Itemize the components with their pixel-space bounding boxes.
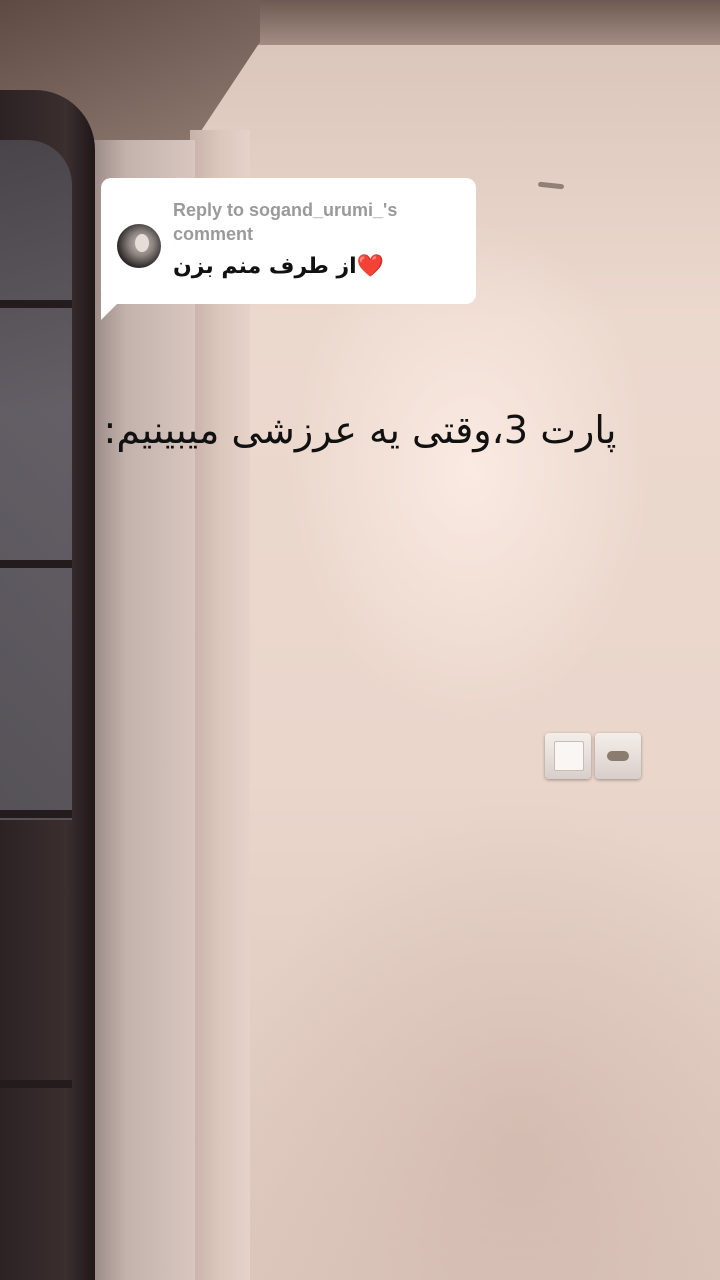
light-switch — [545, 733, 591, 779]
door-bar — [0, 300, 72, 308]
socket — [595, 733, 641, 779]
reply-comment-text: از طرف منم بزن❤️ — [173, 254, 385, 279]
switch-rocker — [554, 741, 584, 771]
video-caption: پارت 3،وقتی یه عرزشی میبینیم: — [103, 408, 617, 452]
door-glass — [0, 140, 72, 820]
reply-header: Reply to sogand_urumi_'s comment — [173, 200, 398, 244]
wall-switches — [545, 733, 641, 781]
avatar-face — [135, 234, 149, 252]
pillar — [80, 140, 195, 1280]
user-avatar-icon[interactable] — [117, 224, 161, 268]
door-bar — [0, 810, 72, 818]
reply-comment-card[interactable]: Reply to sogand_urumi_'s comment از طرف … — [101, 178, 476, 304]
door-bar — [0, 1080, 72, 1088]
door-bar — [0, 560, 72, 568]
socket-hole — [607, 751, 629, 761]
